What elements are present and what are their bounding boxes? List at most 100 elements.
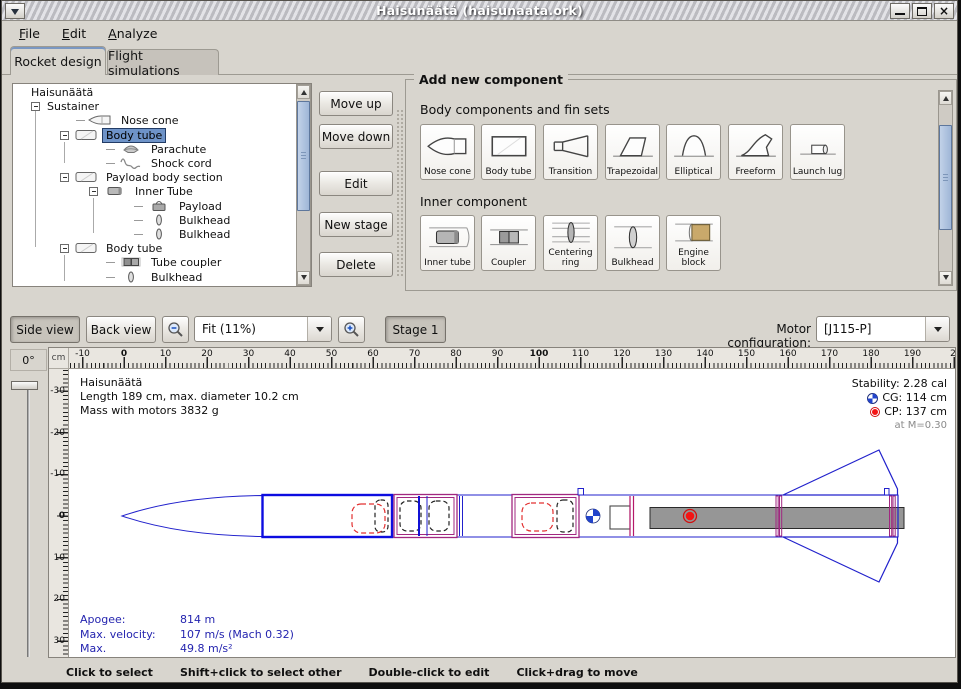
add-centering-ring-button[interactable]: Centering ring — [543, 215, 598, 271]
coupler-icon — [486, 216, 532, 259]
rocket-dimensions: Length 189 cm, max. diameter 10.2 cm — [80, 390, 299, 404]
rotation-angle-label: 0° — [10, 349, 47, 371]
move-down-button[interactable]: Move down — [319, 124, 393, 149]
add-elliptical-fin-button[interactable]: Elliptical — [666, 124, 721, 180]
tree-item-tube-coupler[interactable]: Tube coupler — [14, 255, 294, 269]
cg-value: CG: 114 cm — [882, 391, 947, 405]
tab-rocket-design[interactable]: Rocket design — [10, 46, 106, 75]
add-freeform-fin-button[interactable]: Freeform — [728, 124, 783, 180]
tree-item-bulkhead[interactable]: Bulkhead — [14, 270, 294, 284]
add-transition-button[interactable]: Transition — [543, 124, 598, 180]
edit-button[interactable]: Edit — [319, 171, 393, 196]
panel-splitter[interactable] — [396, 109, 405, 277]
zoom-out-button[interactable] — [162, 316, 189, 343]
payload-icon — [146, 200, 172, 212]
app-window: Haisunäätä (haisunaata.ork) × File Edit … — [1, 0, 958, 683]
add-bulkhead-button[interactable]: Bulkhead — [605, 215, 660, 271]
stage-1-toggle[interactable]: Stage 1 — [385, 316, 446, 343]
tree-item-body-tube[interactable]: Body tube — [14, 128, 294, 142]
zoom-in-button[interactable] — [338, 316, 365, 343]
mach-note: at M=0.30 — [852, 419, 947, 433]
collapse-icon[interactable] — [89, 187, 98, 196]
tree-item-payload[interactable]: Payload — [14, 199, 294, 213]
add-trapezoidal-fin-button[interactable]: Trapezoidal — [605, 124, 660, 180]
stability-info: Stability: 2.28 cal CG: 114 cm CP: 137 c… — [852, 377, 947, 433]
component-tree[interactable]: Haisunäätä Sustainer Nose cone Body tube… — [12, 83, 312, 287]
scroll-up-icon[interactable] — [939, 91, 952, 105]
tree-item-payload-body-section[interactable]: Payload body section — [14, 170, 294, 184]
add-inner-tube-button[interactable]: Inner tube — [420, 215, 475, 271]
body-components-label: Body components and fin sets — [420, 102, 610, 117]
tree-item-sustainer[interactable]: Sustainer — [14, 99, 294, 113]
maximize-button[interactable] — [912, 3, 932, 19]
tree-item-bulkhead[interactable]: Bulkhead — [14, 227, 294, 241]
bulkhead-icon — [146, 228, 172, 240]
scroll-down-icon[interactable] — [939, 271, 952, 285]
tree-scrollbar[interactable] — [296, 84, 311, 286]
tree-item-inner-tube[interactable]: Inner Tube — [14, 184, 294, 198]
collapse-icon[interactable] — [60, 131, 69, 140]
menu-analyze[interactable]: Analyze — [97, 24, 168, 43]
centering-ring-icon — [548, 216, 594, 249]
tree-item-nose-cone[interactable]: Nose cone — [14, 113, 294, 127]
motor-configuration-select[interactable]: [J115-P] — [816, 316, 950, 342]
collapse-icon[interactable] — [31, 102, 40, 111]
cg-icon — [867, 393, 878, 404]
titlebar[interactable]: Haisunäätä (haisunaata.ork) × — [2, 1, 957, 21]
minimize-button[interactable] — [890, 3, 910, 19]
body-tube-icon — [73, 129, 99, 141]
scroll-down-icon[interactable] — [297, 271, 310, 285]
add-launch-lug-button[interactable]: Launch lug — [790, 124, 845, 180]
add-engine-block-button[interactable]: Engine block — [666, 215, 721, 271]
add-body-tube-button[interactable]: Body tube — [481, 124, 536, 180]
tab-bar: Rocket design Flight simulations — [2, 44, 957, 75]
add-component-panel: Add new component Body components and fi… — [405, 79, 957, 291]
collapse-icon[interactable] — [60, 244, 69, 253]
bulkhead-icon — [118, 271, 144, 283]
tree-item-shock-cord[interactable]: Shock cord — [14, 156, 294, 170]
tree-item-parachute[interactable]: Parachute — [14, 142, 294, 156]
collapse-icon[interactable] — [60, 173, 69, 182]
rotation-slider-handle[interactable] — [11, 381, 38, 390]
rotation-slider-track[interactable] — [27, 389, 30, 657]
chevron-down-icon[interactable] — [925, 317, 949, 341]
cg-marker — [586, 509, 600, 523]
menu-file[interactable]: File — [8, 24, 51, 43]
apogee-value: 814 m — [180, 613, 294, 628]
component-panel-scrollbar[interactable] — [938, 90, 953, 286]
tree-item-bulkhead[interactable]: Bulkhead — [14, 213, 294, 227]
move-up-button[interactable]: Move up — [319, 91, 393, 116]
rocket-diagram-panel: cm -10 0 10 20 30 40 50 60 70 80 90 100 … — [48, 347, 956, 658]
velocity-label: Max. velocity: — [80, 628, 180, 643]
tree-item-rocket[interactable]: Haisunäätä — [14, 85, 294, 99]
transition-icon — [548, 125, 594, 168]
delete-button[interactable]: Delete — [319, 252, 393, 277]
nose-cone-icon — [88, 114, 114, 126]
zoom-out-icon — [167, 321, 184, 338]
scrollbar-thumb[interactable] — [297, 101, 310, 211]
menu-edit[interactable]: Edit — [51, 24, 97, 43]
tab-flight-simulations[interactable]: Flight simulations — [107, 49, 219, 75]
chevron-down-icon[interactable] — [307, 317, 331, 341]
nose-cone-icon — [425, 125, 471, 168]
add-component-title: Add new component — [414, 72, 568, 87]
body-tube-icon — [73, 171, 99, 183]
new-stage-button[interactable]: New stage — [319, 212, 393, 237]
shock-cord-icon — [118, 157, 144, 169]
add-nose-cone-button[interactable]: Nose cone — [420, 124, 475, 180]
tree-item-body-tube-2[interactable]: Body tube — [14, 241, 294, 255]
zoom-level-select[interactable]: Fit (11%) — [194, 316, 332, 342]
bulkhead-icon — [146, 214, 172, 226]
side-view-button[interactable]: Side view — [10, 316, 80, 343]
add-coupler-button[interactable]: Coupler — [481, 215, 536, 271]
rocket-canvas[interactable]: Haisunäätä Length 189 cm, max. diameter … — [69, 369, 955, 657]
scroll-up-icon[interactable] — [297, 85, 310, 99]
hint-click-drag: Click+drag to move — [516, 666, 637, 679]
elliptical-fin-icon — [671, 125, 717, 168]
back-view-button[interactable]: Back view — [86, 316, 156, 343]
inner-tube-icon — [425, 216, 471, 259]
zoom-in-icon — [343, 321, 360, 338]
scrollbar-thumb[interactable] — [939, 125, 952, 230]
parachute-icon — [118, 143, 144, 155]
close-button[interactable]: × — [934, 3, 954, 19]
